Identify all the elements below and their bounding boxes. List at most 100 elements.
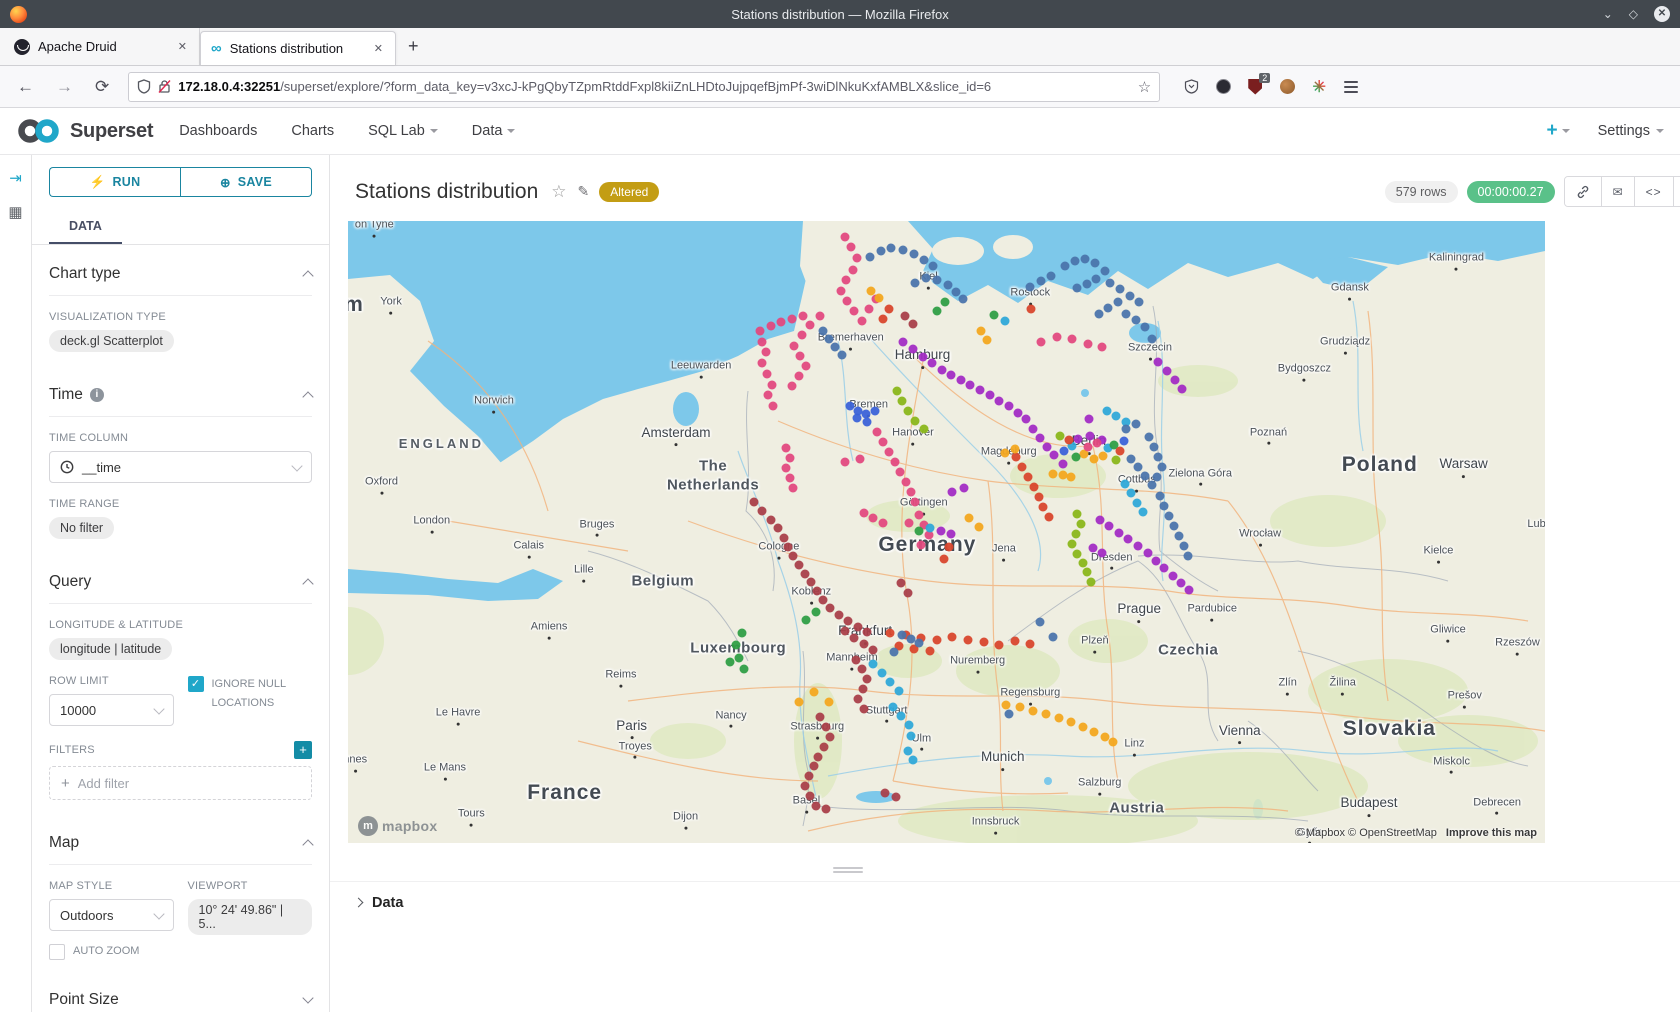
scatter-point[interactable] [788,314,797,323]
auto-zoom-checkbox-row[interactable]: AUTO ZOOM [49,942,174,961]
scatter-point[interactable] [785,453,794,462]
scatter-point[interactable] [737,629,746,638]
proxy-extension-icon[interactable] [1214,78,1232,96]
scatter-point[interactable] [1126,454,1135,463]
scatter-point[interactable] [1028,706,1037,715]
scatter-point[interactable] [1179,541,1188,550]
scatter-point[interactable] [910,249,919,258]
scatter-point[interactable] [941,298,950,307]
scatter-point[interactable] [911,416,920,425]
scatter-point[interactable] [914,511,923,520]
scatter-point[interactable] [815,712,824,721]
nav-charts[interactable]: Charts [291,123,334,139]
scatter-point[interactable] [1070,257,1079,266]
scatter-point[interactable] [1026,639,1035,648]
scatter-point[interactable] [919,424,928,433]
scatter-point[interactable] [869,646,878,655]
scatter-point[interactable] [985,391,994,400]
tab-data[interactable]: DATA [49,213,122,244]
scatter-point[interactable] [904,588,913,597]
scatter-point[interactable] [990,310,999,319]
scatter-point[interactable] [906,487,915,496]
scatter-point[interactable] [1124,535,1133,544]
scatter-point[interactable] [766,322,775,331]
scatter-point[interactable] [831,343,840,352]
scatter-point[interactable] [1002,700,1011,709]
run-button[interactable]: ⚡RUN [49,167,180,197]
scatter-point[interactable] [1029,483,1038,492]
scatter-point[interactable] [917,541,926,550]
nav-dashboards[interactable]: Dashboards [179,123,257,139]
scatter-point[interactable] [901,477,910,486]
scatter-point[interactable] [815,311,824,320]
scatter-point[interactable] [1072,509,1081,518]
email-button[interactable]: ✉ [1602,177,1635,206]
scatter-point[interactable] [1125,291,1134,300]
scatter-point[interactable] [1184,551,1193,560]
back-button[interactable]: ← [10,75,41,99]
scatter-point[interactable] [1056,431,1065,440]
scatter-point[interactable] [1084,414,1093,423]
scatter-point[interactable] [1086,431,1095,440]
scatter-point[interactable] [1094,309,1103,318]
scatter-point[interactable] [1098,343,1107,352]
scatter-point[interactable] [1037,337,1046,346]
scatter-point[interactable] [766,515,775,524]
scatter-point[interactable] [853,695,862,704]
panel-resize-handle[interactable] [833,867,863,873]
scatter-point[interactable] [1017,463,1026,472]
scatter-point[interactable] [1120,480,1129,489]
scatter-point[interactable] [895,467,904,476]
scatter-point[interactable] [1027,305,1036,314]
scatter-point[interactable] [897,579,906,588]
scatter-point[interactable] [1135,297,1144,306]
scatter-point[interactable] [914,639,923,648]
scatter-point[interactable] [857,665,866,674]
scatter-point[interactable] [865,253,874,262]
scatter-point[interactable] [1034,493,1043,502]
scatter-point[interactable] [826,603,835,612]
scatter-point[interactable] [960,484,969,493]
scatter-point[interactable] [952,287,961,296]
scatter-point[interactable] [918,352,927,361]
scatter-point[interactable] [725,657,734,666]
nav-data[interactable]: Data [472,123,516,139]
window-minimize-icon[interactable]: ⌄ [1603,7,1613,21]
ignore-null-checkbox-row[interactable]: ✓ IGNORE NULL LOCATIONS [188,675,313,712]
scatter-point[interactable] [911,498,920,507]
scatter-point[interactable] [881,789,890,798]
checkbox-unchecked-icon[interactable] [49,944,65,960]
scatter-point[interactable] [1088,544,1097,553]
scatter-point[interactable] [859,509,868,518]
scatter-point[interactable] [863,675,872,684]
scatter-point[interactable] [1122,425,1131,434]
scatter-point[interactable] [1113,297,1122,306]
scatter-point[interactable] [1061,262,1070,271]
tracking-shield-icon[interactable] [137,79,151,94]
scatter-point[interactable] [1162,366,1171,375]
scatter-point[interactable] [1108,737,1117,746]
forward-button[interactable]: → [49,75,80,99]
add-filter-input[interactable]: + Add filter [49,766,312,800]
scatter-point[interactable] [758,337,767,346]
scatter-point[interactable] [929,261,938,270]
scatter-point[interactable] [1010,444,1019,453]
scatter-point[interactable] [801,569,810,578]
scatter-point[interactable] [995,396,1004,405]
time-range-pill[interactable]: No filter [49,517,114,539]
scatter-point[interactable] [1052,333,1061,342]
scatter-point[interactable] [964,635,973,644]
scatter-point[interactable] [904,407,913,416]
scatter-point[interactable] [834,610,843,619]
time-column-select[interactable]: __time [49,451,312,483]
scatter-point[interactable] [1089,727,1098,736]
scatter-point[interactable] [983,335,992,344]
scatter-point[interactable] [869,514,878,523]
scatter-point[interactable] [976,386,985,395]
scatter-point[interactable] [1102,406,1111,415]
scatter-point[interactable] [1178,384,1187,393]
scatter-point[interactable] [905,518,914,527]
scatter-point[interactable] [821,722,830,731]
scatter-point[interactable] [892,792,901,801]
scatter-point[interactable] [1081,254,1090,263]
